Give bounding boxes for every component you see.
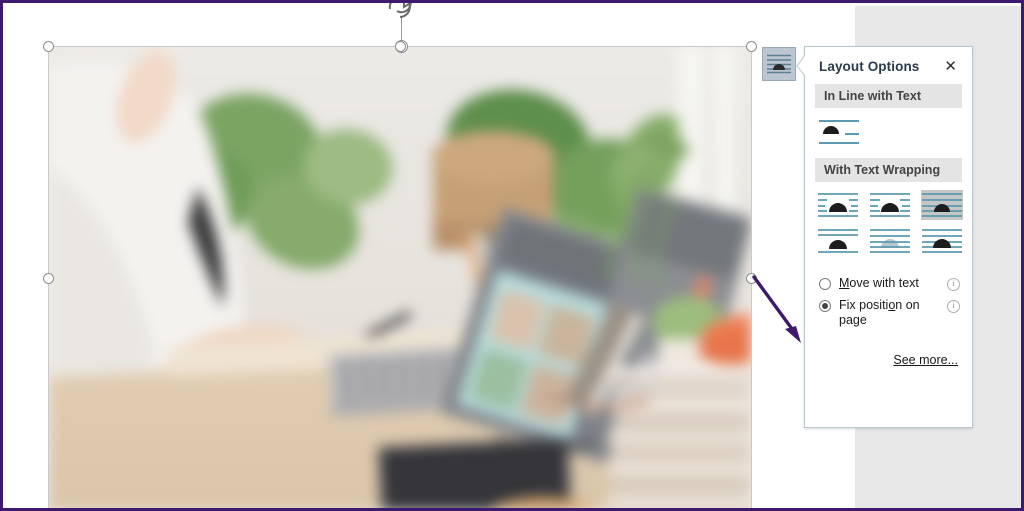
radio-row-fix-position-on-page[interactable]: Fix position on page i [817,298,960,328]
wrap-option-top-and-bottom[interactable] [817,226,859,256]
selected-image[interactable] [48,47,751,508]
through-wrap-icon [922,193,962,217]
in-line-with-text-icon [819,120,859,144]
accel-move-with-text: M [839,276,850,290]
section-body-with-wrapping [805,182,972,266]
image-canvas [48,47,751,508]
in-front-of-text-wrap-icon [922,229,962,253]
layout-options-icon [767,54,791,74]
annotation-arrow [752,275,801,343]
wrap-option-in-line-with-text[interactable] [815,116,873,148]
layout-options-button[interactable] [762,47,796,81]
section-header-with-wrapping: With Text Wrapping [815,158,962,182]
section-body-in-line [805,108,972,158]
rotate-icon [388,3,413,18]
square-wrap-icon [818,193,858,217]
wrap-option-tight[interactable] [869,190,911,220]
wrap-options-row-2 [815,226,962,256]
tight-wrap-icon [870,193,910,217]
wrap-option-through[interactable] [921,190,963,220]
section-header-in-line: In Line with Text [815,84,962,108]
radio-fix-position-on-page[interactable] [819,300,831,312]
handle-top-right[interactable] [746,41,757,52]
handle-top-left[interactable] [43,41,54,52]
see-more-link[interactable]: See more... [893,353,958,367]
panel-title: Layout Options [819,59,920,74]
screenshot-root: Layout Options ✕ In Line with Text With … [0,0,1024,511]
behind-text-wrap-icon [870,229,910,253]
wrap-option-behind-text[interactable] [869,226,911,256]
position-options: Move with text i Fix position on page i [805,266,972,328]
text-fix-before: Fix positi [839,298,889,312]
wrap-options-row-1 [815,190,963,220]
text-move-with-text: ove with text [849,276,919,290]
radio-label-move-with-text: Move with text [839,276,947,291]
handle-top-center[interactable] [395,41,406,52]
see-more-row: See more... [805,335,972,369]
close-icon[interactable]: ✕ [943,59,958,74]
wrap-option-in-front-of-text[interactable] [921,226,963,256]
layout-options-panel: Layout Options ✕ In Line with Text With … [804,46,973,428]
info-icon-move-with-text[interactable]: i [947,278,960,291]
radio-label-fix-position-on-page: Fix position on page [839,298,947,328]
panel-callout-beak [796,55,806,77]
radio-row-move-with-text[interactable]: Move with text i [817,276,960,291]
top-and-bottom-wrap-icon [818,229,858,253]
handle-middle-left[interactable] [43,273,54,284]
panel-header: Layout Options ✕ [805,47,972,84]
radio-move-with-text[interactable] [819,278,831,290]
wrap-option-square[interactable] [817,190,859,220]
info-icon-fix-position-on-page[interactable]: i [947,300,960,313]
